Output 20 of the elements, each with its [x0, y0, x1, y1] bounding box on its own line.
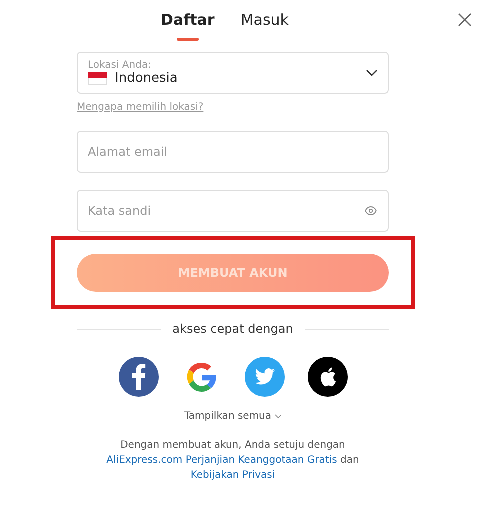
chevron-down-icon [274, 414, 282, 419]
password-field[interactable]: Kata sandi [77, 190, 389, 232]
email-field[interactable]: Alamat email [77, 131, 389, 173]
eye-icon[interactable] [365, 206, 377, 216]
chevron-down-icon [366, 69, 378, 77]
field-label: Lokasi Anda: [88, 60, 152, 71]
membership-agreement-link[interactable]: AliExpress.com Perjanjian Keanggotaan Gratis [106, 455, 338, 466]
apple-icon[interactable] [308, 357, 348, 397]
privacy-policy-link[interactable]: Kebijakan Privasi [190, 470, 276, 481]
divider-text: akses cepat dengan [172, 322, 294, 336]
location-value: Indonesia [115, 71, 178, 86]
tab[interactable]: Masuk [240, 11, 289, 41]
terms-text: Dengan membuat akun, Anda setuju dengan AliExpress.com Perjanjian Keanggotaan Gratis dan Kebijakan Privasi [106, 439, 360, 483]
twitter-icon[interactable] [244, 357, 284, 397]
close-icon[interactable] [458, 13, 472, 27]
show-all-link[interactable]: Tampilkan semua [184, 411, 282, 422]
flag-icon [88, 72, 107, 85]
facebook-icon[interactable] [118, 357, 158, 397]
tab[interactable]: Daftar [161, 11, 215, 41]
location-dropdown[interactable]: Lokasi Anda: Indonesia [77, 52, 389, 94]
